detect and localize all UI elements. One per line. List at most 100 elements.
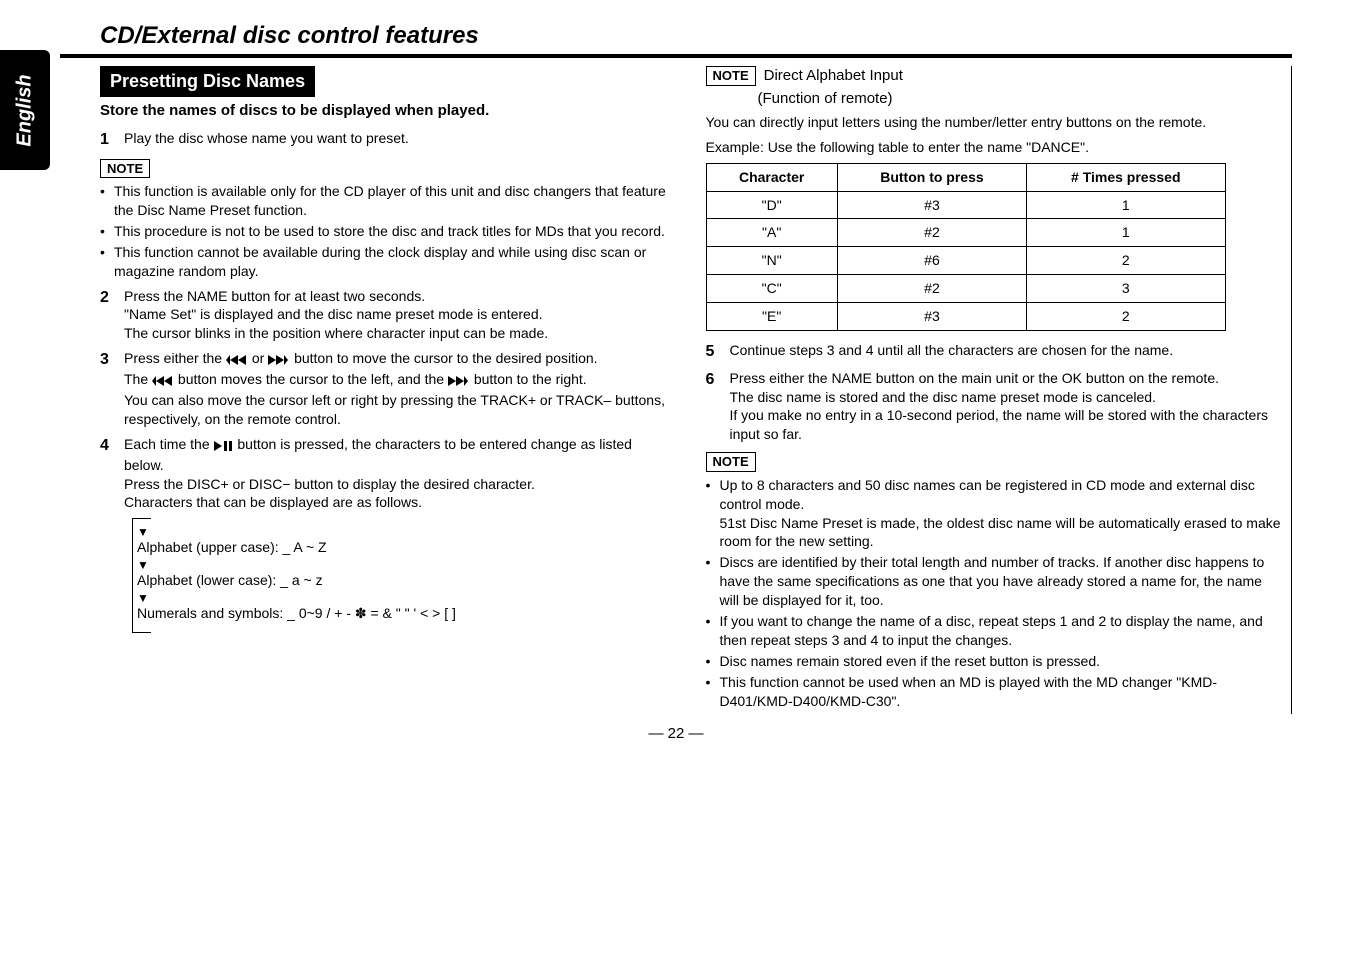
note-label-box: NOTE [100, 159, 150, 179]
step-text: The cursor blinks in the position where … [124, 325, 548, 341]
list-item: This procedure is not to be used to stor… [100, 222, 676, 241]
table-cell: "C" [706, 275, 837, 303]
note-label-box: NOTE [706, 452, 756, 472]
table-row: "C" #2 3 [706, 275, 1225, 303]
page: English CD/External disc control feature… [0, 0, 1352, 755]
step-text: button to the right. [474, 371, 587, 387]
step-text: If you make no entry in a 10-second peri… [730, 407, 1269, 442]
step-body: Each time the button is pressed, the cha… [124, 435, 676, 633]
table-cell: "A" [706, 219, 837, 247]
step-6: 6 Press either the NAME button on the ma… [706, 369, 1282, 445]
step-number: 6 [706, 369, 722, 445]
page-number: — 22 — [60, 724, 1292, 744]
step-text: Press the NAME button for at least two s… [124, 288, 425, 304]
list-item: This function cannot be available during… [100, 243, 676, 281]
table-cell: #3 [837, 303, 1026, 331]
step-text: Each time the [124, 436, 214, 452]
step-text: button to move the cursor to the desired… [294, 350, 598, 366]
table-row: "E" #3 2 [706, 303, 1225, 331]
step-body: Press either the NAME button on the main… [730, 369, 1282, 445]
table-cell: 1 [1027, 219, 1225, 247]
step-1: 1 Play the disc whose name you want to p… [100, 129, 676, 151]
step-number: 5 [706, 341, 722, 363]
table-row: "D" #3 1 [706, 191, 1225, 219]
note-subtitle: (Function of remote) [758, 89, 1282, 109]
step-text: Characters that can be displayed are as … [124, 494, 422, 510]
table-cell: 1 [1027, 191, 1225, 219]
note-title: Direct Alphabet Input [764, 66, 903, 86]
list-item: Disc names remain stored even if the res… [706, 652, 1282, 671]
table-cell: 2 [1027, 247, 1225, 275]
table-cell: 2 [1027, 303, 1225, 331]
step-text: The [124, 371, 152, 387]
note-1-list: This function is available only for the … [100, 182, 676, 280]
list-item: Up to 8 characters and 50 disc names can… [706, 476, 1282, 552]
skip-back-icon [152, 372, 174, 391]
step-text: "Name Set" is displayed and the disc nam… [124, 306, 543, 322]
table-cell: #2 [837, 219, 1026, 247]
table-head-row: Character Button to press # Times presse… [706, 163, 1225, 191]
table-cell: "E" [706, 303, 837, 331]
step-number: 1 [100, 129, 116, 151]
char-line-upper: Alphabet (upper case): _ A ~ Z [137, 538, 676, 557]
step-number: 3 [100, 349, 116, 429]
note-label-box: NOTE [706, 66, 756, 86]
table-cell: #2 [837, 275, 1026, 303]
step-body: Play the disc whose name you want to pre… [124, 129, 676, 151]
character-sequence-box: ▼ Alphabet (upper case): _ A ~ Z ▼ Alpha… [132, 518, 676, 633]
step-body: Press the NAME button for at least two s… [124, 287, 676, 344]
language-label: English [12, 74, 39, 146]
step-text: Press either the [124, 350, 226, 366]
table-cell: #3 [837, 191, 1026, 219]
step-3: 3 Press either the or button to move the… [100, 349, 676, 429]
step-4: 4 Each time the button is pressed, the c… [100, 435, 676, 633]
table-cell: "N" [706, 247, 837, 275]
table-cell: "D" [706, 191, 837, 219]
section-subhead: Store the names of discs to be displayed… [100, 101, 676, 121]
down-arrow-icon: ▼ [137, 559, 676, 571]
down-arrow-icon: ▼ [137, 592, 676, 604]
step-body: Continue steps 3 and 4 until all the cha… [730, 341, 1282, 363]
table-cell: 3 [1027, 275, 1225, 303]
skip-forward-icon [268, 351, 290, 370]
title-bar: CD/External disc control features [60, 20, 1292, 58]
paragraph: You can directly input letters using the… [706, 113, 1282, 132]
step-body: Press either the or button to move the c… [124, 349, 676, 429]
step-text: The disc name is stored and the disc nam… [730, 389, 1156, 405]
dance-table: Character Button to press # Times presse… [706, 163, 1226, 331]
right-note-header: NOTE Direct Alphabet Input [706, 66, 1282, 86]
note-2-list: Up to 8 characters and 50 disc names can… [706, 476, 1282, 711]
step-text: Press either the NAME button on the main… [730, 370, 1220, 386]
table-head-cell: Button to press [837, 163, 1026, 191]
step-5: 5 Continue steps 3 and 4 until all the c… [706, 341, 1282, 363]
play-pause-icon [214, 437, 234, 456]
step-text: or [252, 350, 268, 366]
right-column: NOTE Direct Alphabet Input (Function of … [706, 66, 1293, 714]
left-column: Presetting Disc Names Store the names of… [100, 66, 676, 714]
language-tab: English [0, 50, 50, 170]
step-text: Press the DISC+ or DISC− button to displ… [124, 476, 535, 492]
list-item: This function is available only for the … [100, 182, 676, 220]
list-item: This function cannot be used when an MD … [706, 673, 1282, 711]
down-arrow-icon: ▼ [137, 526, 676, 538]
step-2: 2 Press the NAME button for at least two… [100, 287, 676, 344]
table-head-cell: Character [706, 163, 837, 191]
list-item: Discs are identified by their total leng… [706, 553, 1282, 610]
step-number: 2 [100, 287, 116, 344]
char-line-symbols: Numerals and symbols: _ 0~9 / + - ✽ = & … [137, 604, 676, 623]
table-head-cell: # Times pressed [1027, 163, 1225, 191]
char-line-lower: Alphabet (lower case): _ a ~ z [137, 571, 676, 590]
table-cell: #6 [837, 247, 1026, 275]
columns: Presetting Disc Names Store the names of… [100, 66, 1292, 714]
skip-back-icon [226, 351, 248, 370]
step-text: button moves the cursor to the left, and… [178, 371, 448, 387]
table-row: "N" #6 2 [706, 247, 1225, 275]
skip-forward-icon [448, 372, 470, 391]
table-row: "A" #2 1 [706, 219, 1225, 247]
section-heading: Presetting Disc Names [100, 66, 315, 96]
page-title: CD/External disc control features [100, 20, 1292, 52]
list-item: If you want to change the name of a disc… [706, 612, 1282, 650]
step-text: You can also move the cursor left or rig… [124, 392, 665, 427]
paragraph: Example: Use the following table to ente… [706, 138, 1282, 157]
step-number: 4 [100, 435, 116, 633]
